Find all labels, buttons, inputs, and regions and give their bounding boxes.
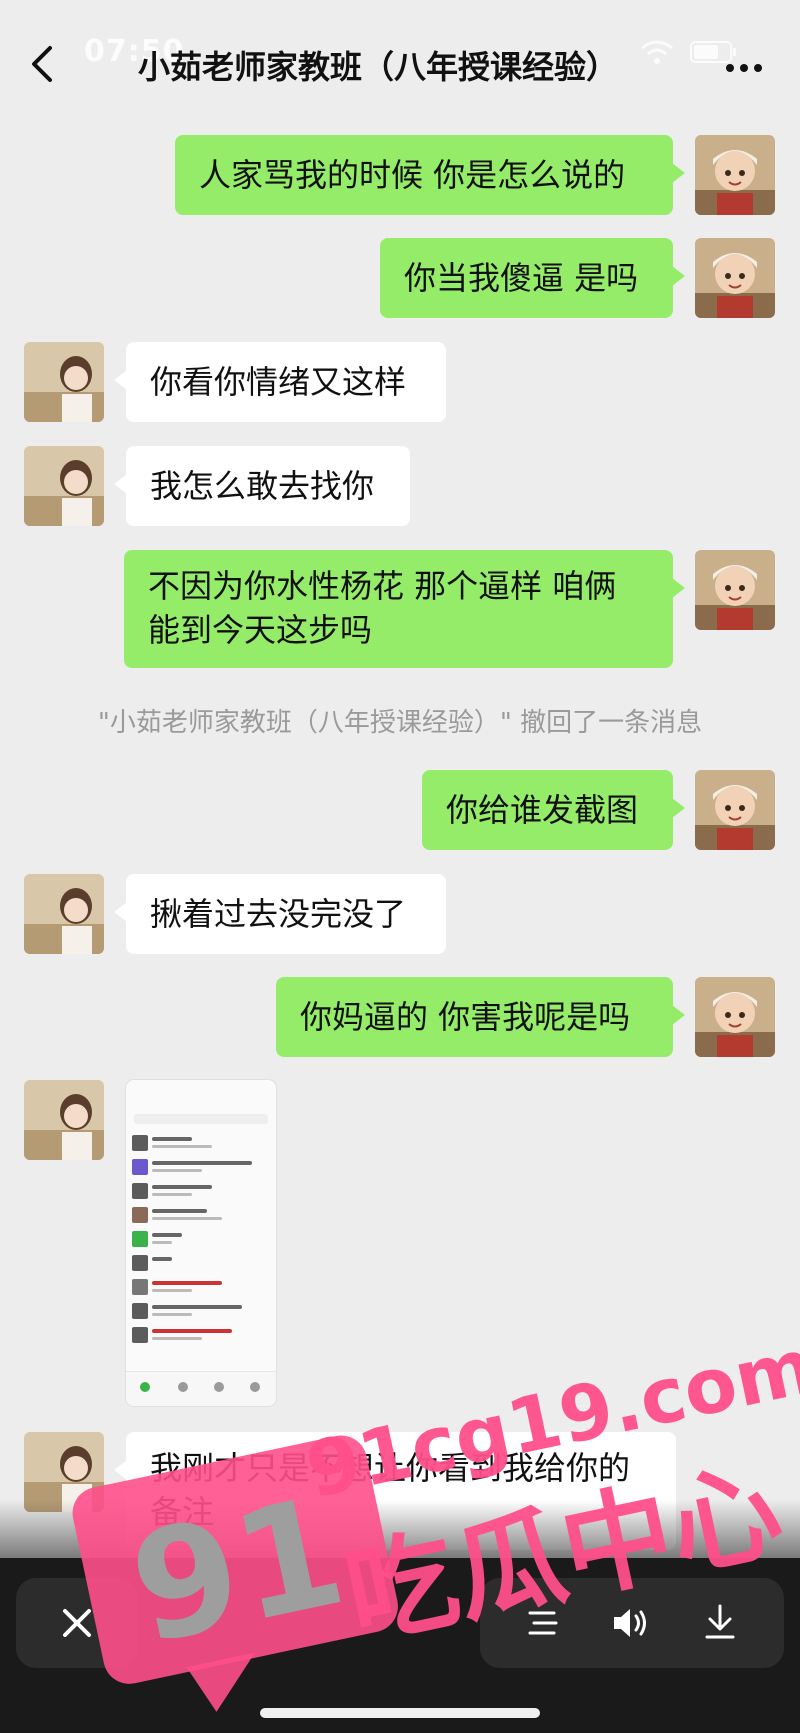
screenshot-chat-row [130, 1156, 272, 1178]
message-text: 我怎么敢去找你 [150, 467, 375, 505]
chat-title: 小茹老师家教班（八年授课经验） [138, 48, 619, 86]
message-bubble-self[interactable]: 不因为你水性杨花 那个逼样 咱俩 能到今天这步吗 [124, 550, 685, 668]
message-bubble-other[interactable]: 你看你情绪又这样 [114, 342, 446, 422]
avatar-self[interactable] [695, 238, 775, 318]
message-bubble-self[interactable]: 人家骂我的时候 你是怎么说的 [175, 135, 685, 215]
wifi-icon [641, 40, 673, 64]
message-bubble-self[interactable]: 你妈逼的 你害我呢是吗 [276, 977, 685, 1057]
chat-header: 07:50 小茹老师家教班（八年授课经验） [0, 0, 800, 120]
message-bubble-self[interactable]: 你当我傻逼 是吗 [380, 238, 685, 318]
close-button[interactable] [16, 1578, 138, 1668]
screenshot-tab-bar [126, 1371, 276, 1406]
avatar-other[interactable] [24, 874, 104, 954]
bottom-fade [0, 1500, 800, 1560]
avatar-self[interactable] [695, 977, 775, 1057]
message-text: 揪着过去没完没了 [150, 895, 407, 933]
message-text: 你给谁发截图 [446, 791, 639, 829]
message-text-line: 能到今天这步吗 [148, 611, 373, 649]
avatar-other[interactable] [24, 1080, 104, 1160]
avatar-self[interactable] [695, 770, 775, 850]
menu-lines-icon[interactable] [526, 1606, 560, 1640]
avatar-other[interactable] [24, 342, 104, 422]
back-chevron-icon[interactable] [28, 44, 58, 84]
screenshot-chat-row [130, 1180, 272, 1202]
avatar-other[interactable] [24, 446, 104, 526]
message-text-line: 不因为你水性杨花 那个逼样 咱俩 [148, 567, 617, 605]
screenshot-chat-row [130, 1276, 272, 1298]
media-viewer-bar [0, 1558, 800, 1733]
message-bubble-other[interactable]: 我怎么敢去找你 [114, 446, 410, 526]
screenshot-search-bar [134, 1114, 268, 1124]
photo-avatar-icon [24, 1080, 104, 1160]
download-icon[interactable] [702, 1602, 738, 1642]
message-text: 人家骂我的时候 你是怎么说的 [199, 156, 626, 194]
screenshot-chat-row [130, 1324, 272, 1346]
screenshot-chat-row [130, 1228, 272, 1250]
message-text-line: 我刚才只是不想让你看到我给你的 [150, 1449, 631, 1487]
message-bubble-other[interactable]: 揪着过去没完没了 [114, 874, 446, 954]
photo-avatar-icon [24, 342, 104, 422]
close-icon [63, 1609, 91, 1637]
message-text: 你妈逼的 你害我呢是吗 [300, 998, 631, 1036]
cartoon-avatar-icon [695, 977, 775, 1057]
cartoon-avatar-icon [695, 770, 775, 850]
message-bubble-self[interactable]: 你给谁发截图 [422, 770, 685, 850]
screenshot-chat-row [130, 1252, 272, 1274]
screenshot-chat-row [130, 1300, 272, 1322]
volume-icon[interactable] [610, 1604, 650, 1642]
cartoon-avatar-icon [695, 238, 775, 318]
battery-icon [690, 41, 736, 63]
avatar-self[interactable] [695, 550, 775, 630]
cartoon-avatar-icon [695, 135, 775, 215]
message-text: 你看你情绪又这样 [150, 363, 407, 401]
media-controls [480, 1578, 784, 1668]
home-indicator [260, 1708, 540, 1718]
photo-avatar-icon [24, 874, 104, 954]
image-message-screenshot[interactable] [126, 1080, 276, 1406]
screenshot-chat-row [130, 1204, 272, 1226]
message-text: 你当我傻逼 是吗 [404, 259, 639, 297]
recall-notice: "小茹老师家教班（八年授课经验）" 撤回了一条消息 [97, 708, 703, 738]
avatar-self[interactable] [695, 135, 775, 215]
photo-avatar-icon [24, 446, 104, 526]
cartoon-avatar-icon [695, 550, 775, 630]
screenshot-chat-row [130, 1132, 272, 1154]
more-dots-icon[interactable] [724, 62, 764, 74]
